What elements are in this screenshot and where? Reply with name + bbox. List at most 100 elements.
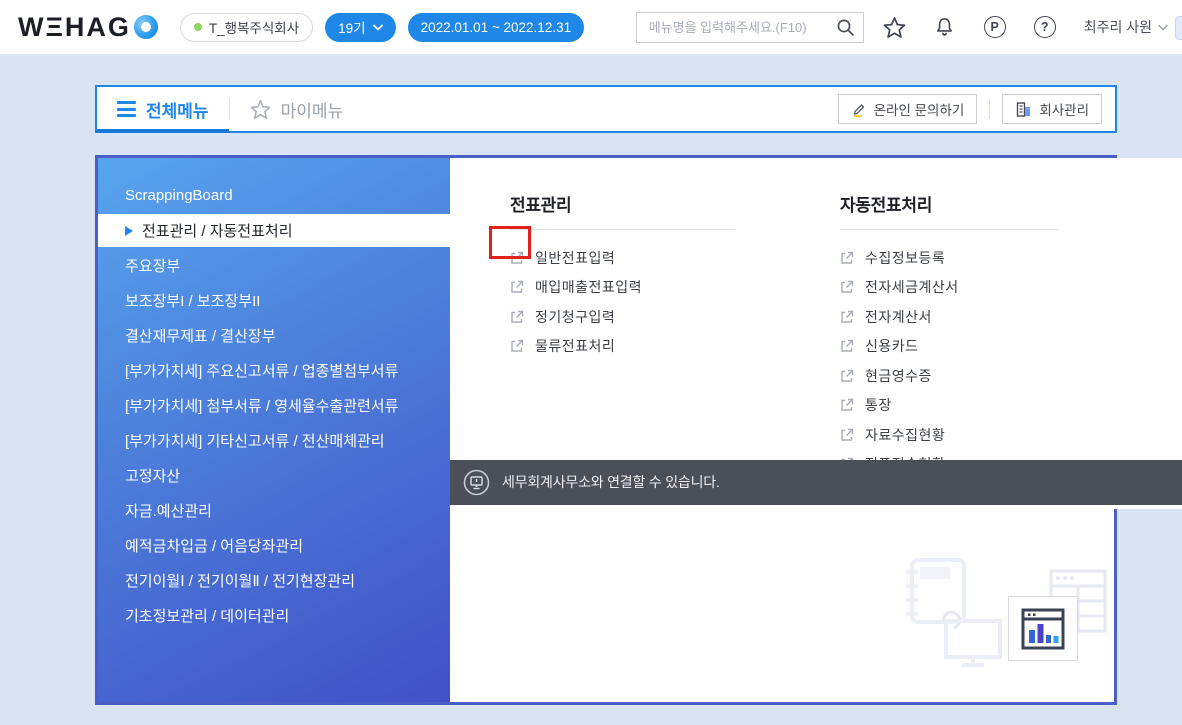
sidebar-item-label: 보조장부I / 보조장부II	[125, 290, 260, 311]
tab-all-menu[interactable]: 전체메뉴	[97, 87, 229, 131]
menu-link[interactable]: 통장	[840, 391, 1058, 421]
mega-menu-panel: ScrappingBoard 전표관리 / 자동전표처리 주요장부 보조장부I …	[95, 155, 1117, 705]
tabbar-actions: 온라인 문의하기 회사관리	[838, 94, 1115, 124]
mega-menu-sidebar: ScrappingBoard 전표관리 / 자동전표처리 주요장부 보조장부I …	[98, 158, 450, 702]
menu-link-label: 전자계산서	[865, 307, 932, 327]
external-link-icon	[840, 339, 854, 353]
favorites-star-icon[interactable]	[883, 15, 907, 39]
menu-link[interactable]: 일반전표입력	[510, 243, 735, 273]
sidebar-item-label: [부가가치세] 주요신고서류 / 업종별첨부서류	[125, 360, 398, 381]
sidebar-item[interactable]: [부가가치세] 주요신고서류 / 업종별첨부서류	[98, 353, 450, 388]
external-link-icon	[510, 251, 524, 265]
menu-link[interactable]: 자료수집현황	[840, 420, 1058, 450]
search-input[interactable]	[649, 20, 830, 35]
online-inquiry-button[interactable]: 온라인 문의하기	[838, 94, 978, 124]
menu-link[interactable]: 전자계산서	[840, 302, 1058, 332]
menu-link[interactable]: 물류전표처리	[510, 332, 735, 362]
point-badge-icon[interactable]: P	[983, 15, 1007, 39]
sidebar-item[interactable]: 전표관리 / 자동전표처리	[98, 214, 458, 247]
date-range-selector[interactable]: 2022.01.01 ~ 2022.12.31	[408, 13, 585, 42]
external-link-icon	[510, 339, 524, 353]
search-icon[interactable]	[836, 18, 855, 37]
chevron-down-icon	[1158, 24, 1168, 31]
wehago-logo-text: WΞHAG	[18, 12, 131, 43]
point-badge-letter: P	[984, 16, 1006, 38]
sidebar-item[interactable]: [부가가치세] 첨부서류 / 영세율수출관련서류	[98, 388, 450, 423]
menu-link[interactable]: 현금영수증	[840, 361, 1058, 391]
sidebar-item-label: [부가가치세] 첨부서류 / 영세율수출관련서류	[125, 395, 398, 416]
menu-link-label: 물류전표처리	[535, 336, 615, 356]
chart-card-illustration	[1008, 596, 1078, 661]
notifications-bell-icon[interactable]	[933, 15, 957, 39]
header-edge-cutoff	[1175, 16, 1182, 40]
pencil-icon	[851, 101, 867, 117]
company-mgmt-label: 회사관리	[1039, 99, 1089, 119]
button-divider	[989, 99, 990, 119]
tab-my-menu[interactable]: 마이메뉴	[230, 87, 364, 131]
menu-link-list: 일반전표입력 매입매출전표입력	[510, 243, 735, 361]
sidebar-item-label: 주요장부	[125, 255, 180, 276]
sidebar-item-label: [부가가치세] 기타신고서류 / 전산매체관리	[125, 430, 385, 451]
menu-link-label: 자료수집현황	[865, 425, 945, 445]
hamburger-icon	[117, 101, 136, 117]
external-link-icon	[840, 310, 854, 324]
external-link-icon	[510, 280, 524, 294]
sidebar-item[interactable]: 주요장부	[98, 248, 450, 283]
sidebar-item-label: 기초정보관리 / 데이터관리	[125, 605, 289, 626]
fiscal-period-label: 19기	[338, 17, 365, 37]
menu-link[interactable]: 신용카드	[840, 332, 1058, 362]
sidebar-item-label: 예적금차입금 / 어음당좌관리	[125, 535, 303, 556]
tab-all-menu-label: 전체메뉴	[146, 97, 209, 122]
tab-my-menu-label: 마이메뉴	[281, 97, 344, 122]
user-menu[interactable]: 최주리 사원	[1084, 17, 1168, 37]
monitor-alert-icon	[463, 469, 490, 496]
selected-arrow-icon	[125, 226, 133, 236]
building-icon	[1015, 101, 1032, 118]
menu-link[interactable]: 정기청구입력	[510, 302, 735, 332]
sidebar-item[interactable]: 고정자산	[98, 458, 450, 493]
help-icon[interactable]: ?	[1033, 15, 1057, 39]
sidebar-item[interactable]: 자금.예산관리	[98, 493, 450, 528]
bar-chart-window-icon	[1021, 608, 1065, 650]
online-inquiry-label: 온라인 문의하기	[874, 99, 965, 119]
company-mgmt-button[interactable]: 회사관리	[1002, 94, 1102, 124]
sidebar-item[interactable]: 기초정보관리 / 데이터관리	[98, 598, 450, 633]
fiscal-period-selector[interactable]: 19기	[325, 13, 395, 42]
sidebar-item-label: 고정자산	[125, 465, 180, 486]
star-icon	[250, 99, 271, 119]
wehago-logo[interactable]: WΞHAG	[18, 12, 158, 43]
company-selector[interactable]: T_행복주식회사	[180, 13, 313, 42]
sidebar-item[interactable]: [부가가치세] 기타신고서류 / 전산매체관리	[98, 423, 450, 458]
external-link-icon	[510, 310, 524, 324]
external-link-icon	[840, 251, 854, 265]
sidebar-item[interactable]: 예적금차입금 / 어음당좌관리	[98, 528, 450, 563]
menu-link[interactable]: 매입매출전표입력	[510, 273, 735, 303]
sidebar-item[interactable]: 전기이월Ⅰ / 전기이월Ⅱ / 전기현장관리	[98, 563, 450, 598]
menu-link[interactable]: 수집정보등록	[840, 243, 1058, 273]
menu-link-label: 현금영수증	[865, 366, 932, 386]
sidebar-item-label: 결산재무제표 / 결산장부	[125, 325, 276, 346]
menu-link-label: 정기청구입력	[535, 307, 615, 327]
wehago-logo-o-icon	[134, 15, 158, 39]
external-link-icon	[840, 369, 854, 383]
menu-link[interactable]: 전자세금계산서	[840, 273, 1058, 303]
sidebar-item-label: 자금.예산관리	[125, 500, 212, 521]
tax-agent-toast: 세무회계사무소와 연결할 수 있습니다. 세무대리 연결하기	[450, 460, 1182, 505]
section-title: 자동전표처리	[840, 191, 1058, 230]
chevron-down-icon	[373, 24, 383, 31]
sidebar-item[interactable]: 보조장부I / 보조장부II	[98, 283, 450, 318]
wehago-app: { "colors": { "accent_blue": "#1e87e8", …	[0, 0, 1182, 725]
section-title: 전표관리	[510, 191, 735, 230]
sidebar-item-label: 전기이월Ⅰ / 전기이월Ⅱ / 전기현장관리	[125, 570, 355, 591]
sidebar-item[interactable]: ScrappingBoard	[98, 178, 450, 213]
company-status-dot	[194, 23, 202, 31]
monitor-illustration-icon	[942, 618, 1004, 668]
date-range-label: 2022.01.01 ~ 2022.12.31	[421, 20, 572, 35]
mega-menu-content: 전표관리 일반전표입력	[450, 158, 1182, 509]
sidebar-item-label: 전표관리 / 자동전표처리	[142, 220, 293, 241]
sidebar-item-label: ScrappingBoard	[125, 187, 233, 204]
menu-link-label: 일반전표입력	[535, 248, 615, 268]
menu-link-label: 매입매출전표입력	[535, 277, 642, 297]
mega-menu-tabbar: 전체메뉴 마이메뉴 온라인 문의하기 회사관리	[95, 85, 1117, 133]
sidebar-item[interactable]: 결산재무제표 / 결산장부	[98, 318, 450, 353]
